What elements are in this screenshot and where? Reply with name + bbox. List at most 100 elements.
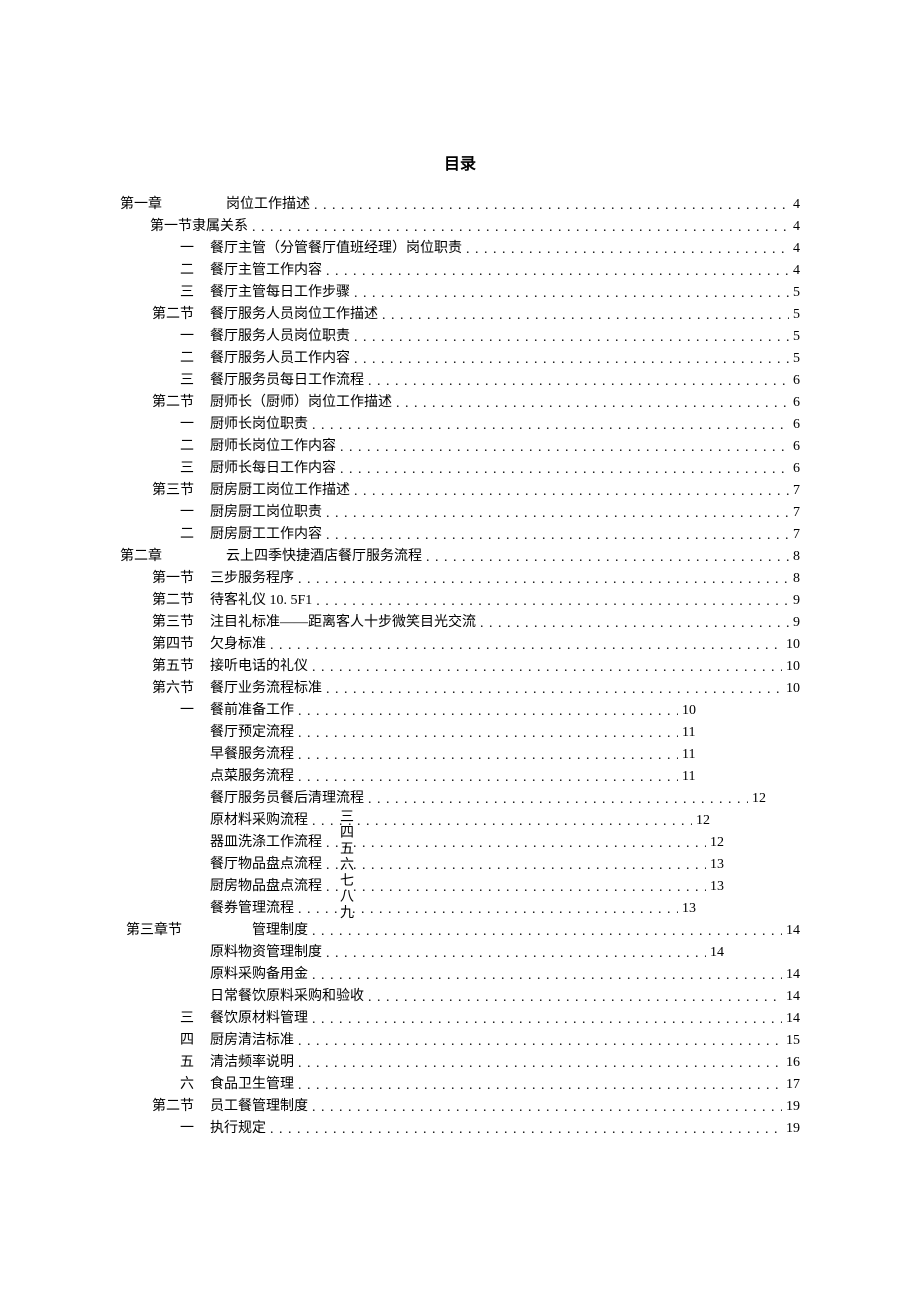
toc-entry-title: 餐厅业务流程标准 [210,682,322,696]
toc-entry: 餐厅预定流程11 [120,726,800,740]
toc-entry: 三餐饮原材料管理14 [120,1012,800,1026]
toc-entry: 二餐厅服务人员工作内容 5 [120,352,800,366]
toc-entry-prefix: 第一节 [120,220,192,234]
toc-entry-prefix: 五 [120,1056,210,1070]
toc-entry: 厨房物品盘点流程13 [120,880,800,894]
toc-leader-dots [368,991,782,1005]
toc-entry-page: 14 [786,1012,800,1026]
toc-entry-page: 13 [682,902,696,916]
toc-entry-page: 5 [793,330,800,344]
toc-entry: 一厨房厨工岗位职责7 [120,506,800,520]
toc-entry-title: 隶属关系 [192,220,248,234]
toc-entry-title: 岗位工作描述 [226,198,310,212]
toc-entry-title: 餐厅服务人员工作内容 [210,352,350,366]
toc-entry-prefix: 一 [120,330,210,344]
toc-entry-title: 厨房厨工岗位职责 [210,506,322,520]
toc-entry: 一餐厅服务人员岗位职责5 [120,330,800,344]
toc-entry: 餐券管理流程 13 [120,902,800,916]
toc-entry: 三厨师长每日工作内容6 [120,462,800,476]
toc-entry-page: 14 [786,968,800,982]
toc-entry-page: 5 [793,352,800,366]
toc-entry-title: 清洁频率说明 [210,1056,294,1070]
toc-entry: 一执行规定19 [120,1122,800,1136]
toc-entry-page: 12 [696,814,710,828]
toc-entry-prefix: 第六节 [120,682,210,696]
toc-entry-title: 厨房厨工工作内容 [210,528,322,542]
toc-entry-title: 餐厅服务员每日工作流程 [210,374,364,388]
toc-entry-prefix: 二 [120,352,210,366]
toc-entry-page: 7 [793,528,800,542]
toc-entry-prefix: 第二节 [120,308,210,322]
toc-entry-title: 餐厅主管（分管餐厅值班经理）岗位职责 [210,242,462,256]
toc-entry-prefix: 第二节 [120,396,210,410]
toc-leader-dots [312,1013,782,1027]
toc-leader-dots [326,947,706,961]
toc-entry-page: 19 [786,1122,800,1136]
stacked-numeral: 七 [333,874,361,890]
toc-leader-dots [396,397,789,411]
toc-leader-dots [326,881,706,895]
toc-entry: 三餐厅主管每日工作步骤5 [120,286,800,300]
toc-entry-prefix: 第三节 [120,484,210,498]
toc-entry: 五清洁频率说明16 [120,1056,800,1070]
toc-entry-title: 点菜服务流程 [210,770,294,784]
toc-entry: 原材料采购流程12 [120,814,800,828]
toc-leader-dots [354,331,789,345]
toc-leader-dots [340,441,789,455]
toc-entry-title: 餐厅物品盘点流程 [210,858,322,872]
stacked-numeral: 八 [333,890,361,906]
toc-entry-page: 4 [793,198,800,212]
table-of-contents: 第一章岗位工作描述4第一节隶属关系4一餐厅主管（分管餐厅值班经理）岗位职责4二餐… [120,198,800,1136]
toc-entry-page: 6 [793,418,800,432]
toc-entry: 二厨师长岗位工作内容6 [120,440,800,454]
toc-entry-prefix: 第三章节 [120,924,210,938]
toc-entry: 第五节接听电话的礼仪10 [120,660,800,674]
toc-entry-prefix: 一 [120,242,210,256]
toc-leader-dots [314,199,789,213]
toc-entry: 第三节厨房厨工岗位工作描述7 [120,484,800,498]
toc-entry-page: 7 [793,484,800,498]
toc-entry: 第一节隶属关系 4 [120,220,800,234]
toc-entry-page: 14 [786,924,800,938]
toc-entry: 一厨师长岗位职责6 [120,418,800,432]
toc-entry-prefix: 第五节 [120,660,210,674]
toc-entry-prefix: 第二章 [120,550,210,564]
toc-leader-dots [326,265,789,279]
toc-entry-title: 器皿洗涤工作流程 [210,836,322,850]
stacked-numeral: 九 [333,906,361,922]
toc-leader-dots [270,639,782,653]
toc-entry: 器皿洗涤工作流程12 [120,836,800,850]
toc-entry-prefix: 一 [120,418,210,432]
toc-leader-dots [480,617,789,631]
toc-entry-title: 厨房物品盘点流程 [210,880,322,894]
toc-leader-dots [368,793,748,807]
toc-leader-dots [312,1101,782,1115]
toc-entry-page: 9 [793,594,800,608]
toc-entry-page: 6 [793,396,800,410]
toc-entry-page: 6 [793,462,800,476]
toc-entry-prefix: 二 [120,528,210,542]
toc-entry-prefix: 第二节 [120,594,210,608]
toc-entry-page: 19 [786,1100,800,1114]
toc-entry: 一餐前准备工作10 [120,704,800,718]
toc-entry-title: 餐厅服务员餐后清理流程 [210,792,364,806]
toc-entry-prefix: 第四节 [120,638,210,652]
toc-leader-dots [368,375,789,389]
toc-entry-title: 云上四季快捷酒店餐厅服务流程 [226,550,422,564]
toc-entry-title: 管理制度 [210,924,308,938]
toc-leader-dots [354,287,789,301]
toc-entry: 点菜服务流程11 [120,770,800,784]
toc-leader-dots [298,749,678,763]
toc-entry: 第四节欠身标准 10 [120,638,800,652]
toc-entry-title: 欠身标准 [210,638,266,652]
toc-entry-title: 厨师长（厨师）岗位工作描述 [210,396,392,410]
stacked-numeral: 三 [333,810,361,826]
toc-entry-page: 10 [786,638,800,652]
toc-entry-title: 餐券管理流程 [210,902,294,916]
toc-entry-page: 4 [793,220,800,234]
stacked-numeral: 四 [333,826,361,842]
toc-entry-title: 三步服务程序 [210,572,294,586]
toc-leader-dots [298,1057,782,1071]
toc-entry-page: 14 [710,946,724,960]
toc-leader-dots [354,485,789,499]
